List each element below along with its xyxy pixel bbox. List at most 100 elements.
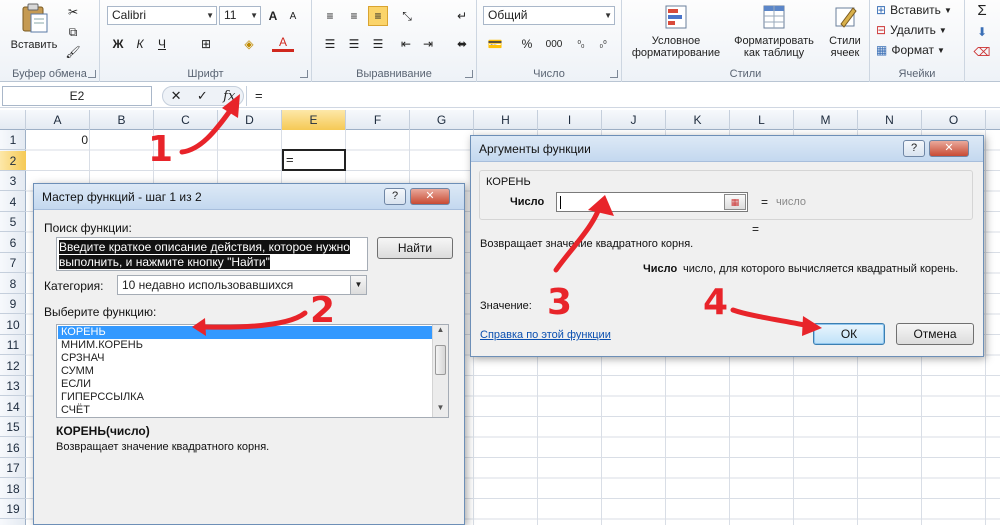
- align-center-icon[interactable]: ☰: [344, 34, 364, 54]
- row-header[interactable]: 8: [0, 274, 26, 294]
- paste-button[interactable]: Вставить: [6, 2, 62, 54]
- close-icon[interactable]: ✕: [410, 188, 450, 205]
- help-icon[interactable]: ?: [384, 188, 406, 205]
- font-color-button[interactable]: A: [272, 34, 294, 52]
- insert-function-icon[interactable]: fx: [223, 89, 235, 104]
- list-item[interactable]: КОРЕНЬ: [58, 326, 432, 339]
- row-header[interactable]: 19: [0, 499, 26, 519]
- clipboard-launcher-icon[interactable]: [88, 70, 96, 78]
- align-middle-icon[interactable]: ≡: [344, 6, 364, 26]
- column-header[interactable]: F: [346, 110, 410, 130]
- row-header[interactable]: 7: [0, 253, 26, 273]
- number-launcher-icon[interactable]: [610, 70, 618, 78]
- function-wizard-titlebar[interactable]: Мастер функций - шаг 1 из 2 ? ✕: [34, 184, 464, 210]
- row-header[interactable]: 10: [0, 315, 26, 335]
- font-launcher-icon[interactable]: [300, 70, 308, 78]
- column-header[interactable]: J: [602, 110, 666, 130]
- row-header[interactable]: 11: [0, 335, 26, 355]
- name-box[interactable]: E2: [2, 86, 152, 106]
- argument-input[interactable]: ▦: [556, 192, 748, 212]
- decrease-decimal-icon[interactable]: ₀⁰: [593, 34, 613, 54]
- function-help-link[interactable]: Справка по этой функции: [480, 329, 611, 341]
- cancel-button[interactable]: Отмена: [896, 323, 974, 345]
- row-header[interactable]: 9: [0, 294, 26, 314]
- column-header[interactable]: M: [794, 110, 858, 130]
- decrease-indent-icon[interactable]: ⇤: [396, 34, 416, 54]
- list-item[interactable]: ГИПЕРССЫЛКА: [58, 391, 144, 404]
- row-header[interactable]: 14: [0, 397, 26, 417]
- help-icon[interactable]: ?: [903, 140, 925, 157]
- row-header[interactable]: 17: [0, 458, 26, 478]
- font-name-combo[interactable]: Calibri ▼: [107, 6, 217, 25]
- grow-font-button[interactable]: A: [264, 6, 282, 26]
- cut-icon[interactable]: ✂: [64, 2, 82, 22]
- insert-cells-button[interactable]: ⊞ Вставить ▼: [876, 0, 962, 20]
- merge-cells-icon[interactable]: ⬌: [452, 34, 472, 54]
- column-header[interactable]: D: [218, 110, 282, 130]
- font-size-combo[interactable]: 11 ▼: [219, 6, 261, 25]
- search-function-input[interactable]: Введите краткое описание действия, котор…: [56, 237, 368, 271]
- column-header-selected[interactable]: E: [282, 110, 346, 130]
- row-header[interactable]: 12: [0, 356, 26, 376]
- column-header[interactable]: L: [730, 110, 794, 130]
- delete-cells-button[interactable]: ⊟ Удалить ▼: [876, 20, 962, 40]
- scroll-down-icon[interactable]: ▼: [433, 403, 448, 417]
- bold-button[interactable]: Ж: [108, 34, 128, 54]
- row-header[interactable]: 4: [0, 192, 26, 212]
- function-arguments-titlebar[interactable]: Аргументы функции ? ✕: [471, 136, 983, 162]
- autosum-button[interactable]: Σ: [969, 0, 995, 20]
- row-header[interactable]: 1: [0, 130, 26, 150]
- align-bottom-icon[interactable]: ≡: [368, 6, 388, 26]
- number-format-combo[interactable]: Общий ▼: [483, 6, 615, 25]
- cell-styles-button[interactable]: Стили ячеек: [822, 2, 868, 59]
- align-top-icon[interactable]: ≡: [320, 6, 340, 26]
- format-cells-button[interactable]: ▦ Формат ▼: [876, 40, 962, 60]
- column-header[interactable]: G: [410, 110, 474, 130]
- column-header[interactable]: B: [90, 110, 154, 130]
- format-as-table-button[interactable]: Форматировать как таблицу: [728, 2, 820, 59]
- cancel-icon[interactable]: ✕: [171, 88, 182, 104]
- list-item[interactable]: СУММ: [58, 365, 94, 378]
- list-item[interactable]: СЧЁТ: [58, 404, 90, 417]
- currency-icon[interactable]: 💳: [483, 34, 507, 54]
- find-button[interactable]: Найти: [377, 237, 453, 259]
- conditional-formatting-button[interactable]: Условное форматирование: [626, 2, 726, 59]
- thousands-button[interactable]: 000: [541, 34, 567, 54]
- column-header[interactable]: C: [154, 110, 218, 130]
- row-header[interactable]: 13: [0, 376, 26, 396]
- format-painter-icon[interactable]: 🖌: [64, 42, 82, 62]
- shrink-font-button[interactable]: A: [284, 6, 302, 26]
- chevron-down-icon[interactable]: ▼: [350, 276, 366, 294]
- column-header[interactable]: H: [474, 110, 538, 130]
- fill-color-icon[interactable]: ◈: [238, 34, 260, 54]
- function-list[interactable]: КОРЕНЬ МНИМ.КОРЕНЬ СРЗНАЧ СУММ ЕСЛИ ГИПЕ…: [56, 324, 449, 418]
- column-header[interactable]: N: [858, 110, 922, 130]
- align-right-icon[interactable]: ☰: [368, 34, 388, 54]
- fill-icon[interactable]: ⬇: [969, 22, 995, 42]
- scroll-up-icon[interactable]: ▲: [433, 325, 448, 339]
- wrap-text-icon[interactable]: ↵: [452, 6, 472, 26]
- copy-icon[interactable]: ⧉: [64, 22, 82, 42]
- align-left-icon[interactable]: ☰: [320, 34, 340, 54]
- alignment-launcher-icon[interactable]: [465, 70, 473, 78]
- increase-indent-icon[interactable]: ⇥: [418, 34, 438, 54]
- underline-button[interactable]: Ч: [152, 34, 172, 54]
- column-header[interactable]: I: [538, 110, 602, 130]
- ok-button[interactable]: ОК: [813, 323, 885, 345]
- collapse-dialog-icon[interactable]: ▦: [724, 194, 746, 210]
- increase-decimal-icon[interactable]: ⁰₀: [571, 34, 591, 54]
- list-item[interactable]: МНИМ.КОРЕНЬ: [58, 339, 143, 352]
- formula-input[interactable]: =: [246, 86, 998, 106]
- close-icon[interactable]: ✕: [929, 140, 969, 157]
- row-header[interactable]: 15: [0, 417, 26, 437]
- row-header[interactable]: 3: [0, 171, 26, 191]
- column-header[interactable]: O: [922, 110, 986, 130]
- scroll-thumb[interactable]: [435, 345, 446, 375]
- list-scrollbar[interactable]: ▲ ▼: [432, 325, 448, 417]
- borders-icon[interactable]: ⊞: [195, 34, 217, 54]
- italic-button[interactable]: К: [130, 34, 150, 54]
- active-cell-e2[interactable]: =: [282, 149, 346, 171]
- row-header[interactable]: 18: [0, 479, 26, 499]
- list-item[interactable]: ЕСЛИ: [58, 378, 91, 391]
- select-all-corner[interactable]: [0, 110, 26, 130]
